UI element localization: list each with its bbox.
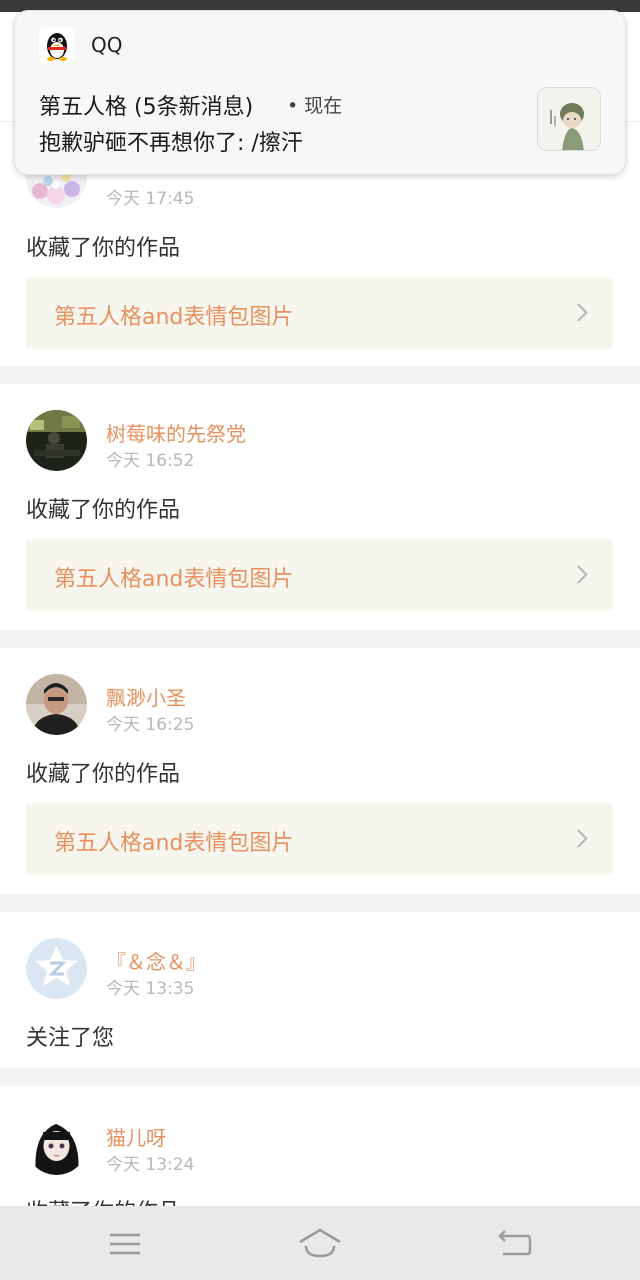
work-title: 第五人格and表情包图片 <box>54 831 294 856</box>
timestamp: 今天 16:25 <box>106 715 195 735</box>
user-avatar[interactable] <box>26 938 87 999</box>
user-avatar[interactable] <box>26 674 87 735</box>
activity-feed[interactable]: 今天 17:45 收藏了你的作品 第五人格and表情包图片 树莓味的先祭党 今天… <box>0 122 640 1280</box>
user-avatar[interactable] <box>26 410 87 471</box>
username[interactable]: 树莓味的先祭党 <box>106 418 246 447</box>
chevron-right-icon <box>569 829 588 848</box>
back-icon[interactable] <box>495 1224 535 1264</box>
chevron-right-icon <box>569 303 588 322</box>
timestamp: 今天 13:35 <box>106 979 195 999</box>
timestamp: 今天 16:52 <box>106 451 195 471</box>
action-text: 关注了您 <box>26 1026 115 1051</box>
timestamp: 今天 17:45 <box>106 189 195 209</box>
user-avatar[interactable] <box>26 1114 87 1175</box>
work-title: 第五人格and表情包图片 <box>54 567 294 592</box>
notification-time: • 现在 <box>287 95 343 117</box>
username[interactable]: 猫儿呀 <box>106 1122 166 1151</box>
work-link[interactable]: 第五人格and表情包图片 <box>26 277 613 349</box>
timestamp: 今天 13:24 <box>106 1155 195 1175</box>
username[interactable]: 飘渺小圣 <box>106 682 186 711</box>
qq-penguin-icon <box>39 27 75 63</box>
feed-item[interactable]: 『＆念＆』 今天 13:35 关注了您 <box>0 912 640 1068</box>
action-text: 收藏了你的作品 <box>26 236 181 261</box>
notification-app-name: QQ <box>91 33 123 57</box>
notification-title: 第五人格 (5条新消息) <box>39 95 254 120</box>
work-link[interactable]: 第五人格and表情包图片 <box>26 539 613 611</box>
system-nav-bar <box>0 1206 640 1280</box>
feed-item[interactable]: 飘渺小圣 今天 16:25 收藏了你的作品 第五人格and表情包图片 <box>0 648 640 894</box>
notification-banner[interactable]: QQ 第五人格 (5条新消息) • 现在 抱歉驴砸不再想你了: /擦汗 <box>14 10 626 175</box>
work-link[interactable]: 第五人格and表情包图片 <box>26 803 613 875</box>
menu-icon[interactable] <box>105 1224 145 1264</box>
action-text: 收藏了你的作品 <box>26 762 181 787</box>
username[interactable]: 『＆念＆』 <box>106 946 206 975</box>
sender-avatar <box>537 87 601 151</box>
chevron-right-icon <box>569 565 588 584</box>
screen: 今天 17:45 收藏了你的作品 第五人格and表情包图片 树莓味的先祭党 今天… <box>0 0 640 1280</box>
action-text: 收藏了你的作品 <box>26 498 181 523</box>
home-icon[interactable] <box>296 1224 344 1264</box>
feed-item[interactable]: 树莓味的先祭党 今天 16:52 收藏了你的作品 第五人格and表情包图片 <box>0 384 640 630</box>
notification-body: 抱歉驴砸不再想你了: /擦汗 <box>39 131 303 156</box>
work-title: 第五人格and表情包图片 <box>54 305 294 330</box>
